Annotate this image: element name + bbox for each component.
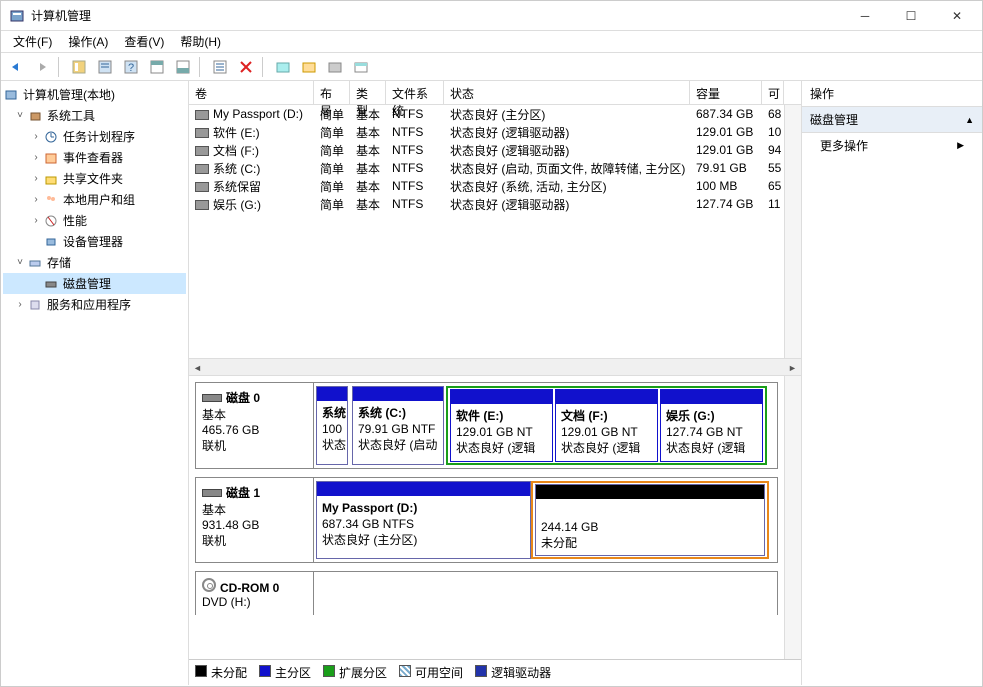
tree-root[interactable]: 计算机管理(本地) xyxy=(3,84,186,105)
tree-device-manager[interactable]: 设备管理器 xyxy=(3,231,186,252)
disk0-part-c[interactable]: 系统 (C:)79.91 GB NTF状态良好 (启动 xyxy=(352,386,444,465)
tree-services[interactable]: ›服务和应用程序 xyxy=(3,294,186,315)
disk-1-info: 磁盘 1 基本 931.48 GB 联机 xyxy=(196,478,314,563)
tree-storage[interactable]: ˅存储 xyxy=(3,252,186,273)
window-title: 计算机管理 xyxy=(31,7,842,24)
col-volume[interactable]: 卷 xyxy=(189,81,314,104)
actions-header: 操作 xyxy=(802,81,982,107)
tree-disk-management[interactable]: 磁盘管理 xyxy=(3,273,186,294)
cdrom-icon xyxy=(202,578,216,592)
actions-more[interactable]: 更多操作▶ xyxy=(802,133,982,158)
disk1-unallocated[interactable]: 244.14 GB未分配 xyxy=(535,484,765,557)
col-free[interactable]: 可 xyxy=(762,81,784,104)
volume-row[interactable]: My Passport (D:)简单基本NTFS状态良好 (主分区)687.34… xyxy=(189,105,784,123)
scroll-right-icon[interactable]: ► xyxy=(784,359,801,376)
disk-0-block[interactable]: 磁盘 0 基本 465.76 GB 联机 系统100状态良好 系统 (C:)79… xyxy=(195,382,778,469)
actions-section[interactable]: 磁盘管理▲ xyxy=(802,107,982,133)
menu-file[interactable]: 文件(F) xyxy=(5,31,60,52)
toolbar-show-hide[interactable] xyxy=(67,55,91,79)
back-button[interactable] xyxy=(4,55,28,79)
disk-icon xyxy=(202,489,222,497)
chevron-right-icon: ▶ xyxy=(957,140,964,151)
disk-1-block[interactable]: 磁盘 1 基本 931.48 GB 联机 My Passport (D:)687… xyxy=(195,477,778,564)
col-layout[interactable]: 布局 xyxy=(314,81,350,104)
toolbar-properties[interactable] xyxy=(93,55,117,79)
disk1-part-d[interactable]: My Passport (D:)687.34 GB NTFS状态良好 (主分区) xyxy=(316,481,531,560)
toolbar-help[interactable]: ? xyxy=(119,55,143,79)
svg-text:?: ? xyxy=(128,62,134,74)
toolbar-delete[interactable] xyxy=(234,55,258,79)
volume-row[interactable]: 文档 (F:)简单基本NTFS状态良好 (逻辑驱动器)129.01 GB94 xyxy=(189,141,784,159)
cdrom-info: CD-ROM 0 DVD (H:) xyxy=(196,572,314,615)
tree-event-viewer[interactable]: ›事件查看器 xyxy=(3,147,186,168)
volume-row[interactable]: 软件 (E:)简单基本NTFS状态良好 (逻辑驱动器)129.01 GB10 xyxy=(189,123,784,141)
toolbar-opt-d[interactable] xyxy=(349,55,373,79)
nav-tree[interactable]: 计算机管理(本地) ˅系统工具 ›任务计划程序 ›事件查看器 ›共享文件夹 ›本… xyxy=(1,81,189,685)
tree-local-users[interactable]: ›本地用户和组 xyxy=(3,189,186,210)
volume-row[interactable]: 系统 (C:)简单基本NTFS状态良好 (启动, 页面文件, 故障转储, 主分区… xyxy=(189,159,784,177)
app-icon xyxy=(9,8,25,24)
disk0-part-sysreserved[interactable]: 系统100状态良好 xyxy=(316,386,348,465)
disk-icon xyxy=(202,394,222,402)
disk0-part-e[interactable]: 软件 (E:)129.01 GB NT状态良好 (逻辑 xyxy=(450,389,553,462)
vertical-scrollbar[interactable] xyxy=(784,105,801,358)
tree-task-scheduler[interactable]: ›任务计划程序 xyxy=(3,126,186,147)
volume-row[interactable]: 娱乐 (G:)简单基本NTFS状态良好 (逻辑驱动器)127.74 GB11 xyxy=(189,195,784,213)
disk0-part-f[interactable]: 文档 (F:)129.01 GB NT状态良好 (逻辑 xyxy=(555,389,658,462)
disk-vertical-scrollbar[interactable] xyxy=(784,376,801,659)
toolbar-opt-a[interactable] xyxy=(271,55,295,79)
tree-performance[interactable]: ›性能 xyxy=(3,210,186,231)
volume-header[interactable]: 卷 布局 类型 文件系统 状态 容量 可 xyxy=(189,81,801,105)
col-filesystem[interactable]: 文件系统 xyxy=(386,81,444,104)
volume-row[interactable]: 系统保留简单基本NTFS状态良好 (系统, 活动, 主分区)100 MB65 xyxy=(189,177,784,195)
tree-shared-folders[interactable]: ›共享文件夹 xyxy=(3,168,186,189)
toolbar-opt-b[interactable] xyxy=(297,55,321,79)
menu-view[interactable]: 查看(V) xyxy=(116,31,172,52)
swatch-logical-icon xyxy=(475,665,487,677)
toolbar-view-b[interactable] xyxy=(171,55,195,79)
swatch-free-icon xyxy=(399,665,411,677)
horizontal-scrollbar[interactable]: ◄ ► xyxy=(189,358,801,375)
collapse-icon: ▲ xyxy=(965,115,974,125)
menu-help[interactable]: 帮助(H) xyxy=(172,31,229,52)
disk1-selected-unallocated[interactable]: 244.14 GB未分配 xyxy=(531,481,769,560)
col-status[interactable]: 状态 xyxy=(444,81,690,104)
volume-list[interactable]: My Passport (D:)简单基本NTFS状态良好 (主分区)687.34… xyxy=(189,105,784,358)
swatch-unallocated-icon xyxy=(195,665,207,677)
disk0-part-g[interactable]: 娱乐 (G:)127.74 GB NT状态良好 (逻辑 xyxy=(660,389,763,462)
disk-graphical-view[interactable]: 磁盘 0 基本 465.76 GB 联机 系统100状态良好 系统 (C:)79… xyxy=(189,376,784,659)
swatch-primary-icon xyxy=(259,665,271,677)
actions-pane: 操作 磁盘管理▲ 更多操作▶ xyxy=(802,81,982,685)
menu-action[interactable]: 操作(A) xyxy=(60,31,116,52)
close-button[interactable]: ✕ xyxy=(934,1,980,31)
toolbar-opt-c[interactable] xyxy=(323,55,347,79)
cdrom-block[interactable]: CD-ROM 0 DVD (H:) xyxy=(195,571,778,615)
scroll-left-icon[interactable]: ◄ xyxy=(189,359,206,376)
toolbar-refresh[interactable] xyxy=(208,55,232,79)
minimize-button[interactable]: ─ xyxy=(842,1,888,31)
swatch-extended-icon xyxy=(323,665,335,677)
maximize-button[interactable]: ☐ xyxy=(888,1,934,31)
disk0-extended-partition: 软件 (E:)129.01 GB NT状态良好 (逻辑 文档 (F:)129.0… xyxy=(446,386,767,465)
disk-0-info: 磁盘 0 基本 465.76 GB 联机 xyxy=(196,383,314,468)
tree-system-tools[interactable]: ˅系统工具 xyxy=(3,105,186,126)
col-capacity[interactable]: 容量 xyxy=(690,81,762,104)
toolbar-view-a[interactable] xyxy=(145,55,169,79)
col-type[interactable]: 类型 xyxy=(350,81,386,104)
legend: 未分配 主分区 扩展分区 可用空间 逻辑驱动器 xyxy=(189,659,801,685)
forward-button[interactable] xyxy=(30,55,54,79)
